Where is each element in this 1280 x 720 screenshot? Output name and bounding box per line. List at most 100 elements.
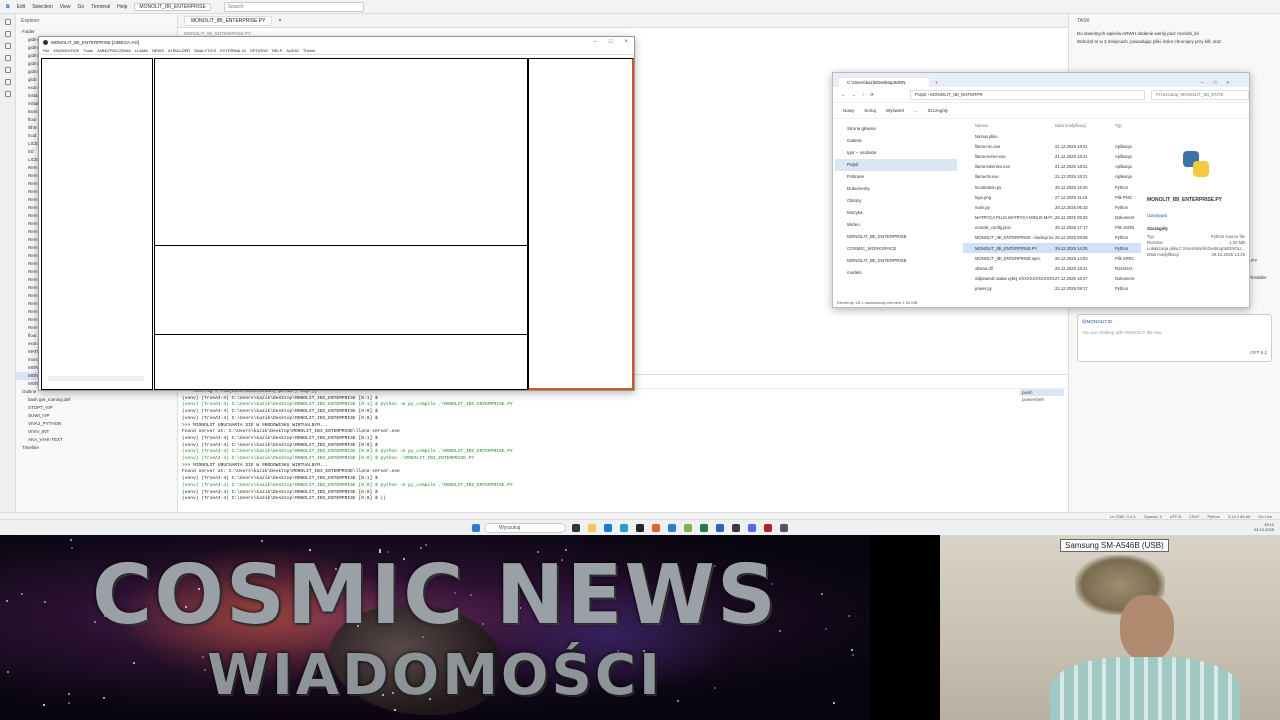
left-panel-scrollbar[interactable] [48, 376, 144, 381]
timeline-header[interactable]: Timeline [16, 444, 177, 452]
file-row[interactable]: llama-tts.exe 21.12.2025 18:21 Aplikacja [963, 172, 1141, 182]
file-row[interactable]: localization.py 28.12.2025 15:20 Python [963, 182, 1141, 192]
monolit-menu-item[interactable]: Theme [303, 48, 315, 53]
extensions-icon[interactable] [4, 67, 11, 73]
monolit-menu-item[interactable]: OPTIONS [250, 48, 268, 53]
run-debug-icon[interactable] [4, 55, 11, 61]
monolit-menu-item[interactable]: ZABEZPIECZENIA [97, 48, 131, 53]
search-icon[interactable] [4, 31, 11, 37]
testing-icon[interactable] [4, 91, 11, 97]
monolit-menu-item[interactable]: ANALYTICS [194, 48, 216, 53]
nav-item[interactable]: Pulpit [835, 159, 957, 171]
explorer-command[interactable]: Nowy [843, 108, 854, 113]
nav-item[interactable]: Galeria [835, 135, 957, 147]
explorer-folder[interactable]: Folder [16, 28, 177, 36]
file-row[interactable]: llama-server.exe 21.12.2025 18:21 Aplikacj… [963, 151, 1141, 161]
excel-icon[interactable] [700, 524, 708, 532]
nav-item[interactable]: Igor – osobiste [835, 147, 957, 159]
column-header[interactable]: Typ [1115, 123, 1141, 131]
obs-icon[interactable] [732, 524, 740, 532]
app-icon[interactable] [684, 524, 692, 532]
file-explorer-icon[interactable] [588, 524, 596, 532]
monolit-menu-item[interactable]: File [43, 48, 49, 53]
explorer-command[interactable]: Szczegóły [928, 108, 949, 113]
command-search-input[interactable]: Search [223, 1, 364, 12]
status-item[interactable]: 3.14.2 64-bit [1228, 514, 1250, 519]
chat-input[interactable]: @MONOLIT.ID You are chatting with MONOLI… [1077, 314, 1272, 362]
nav-item[interactable]: MONOLIT_IBI_ENTERPRISE [835, 255, 957, 267]
outline-item[interactable]: STOPT_IVP [16, 404, 177, 412]
file-row[interactable]: monolit_config.json 28.12.2025 17:17 Plik … [963, 223, 1141, 233]
vscode-icon[interactable] [668, 524, 676, 532]
chat-context-chip[interactable]: @MONOLIT.ID [1082, 319, 1267, 326]
file-row[interactable]: MATRYCA PLUS MATRYCA MINUS MAT... 28.12.2… [963, 213, 1141, 223]
terminal-icon[interactable] [636, 524, 644, 532]
store-icon[interactable] [604, 524, 612, 532]
menu-terminal[interactable]: Terminal [91, 4, 110, 10]
column-header[interactable]: Data modyfikacji [1055, 123, 1115, 131]
nav-item[interactable]: Wideo [835, 219, 957, 231]
close-button[interactable]: × [624, 39, 628, 45]
nav-item[interactable]: MONOLIT_IBI_ENTERPRISE [835, 231, 957, 243]
outline-item[interactable]: VIVIV_INT [16, 428, 177, 436]
word-icon[interactable] [716, 524, 724, 532]
monolit-left-panel[interactable] [41, 58, 153, 390]
file-row[interactable]: main.py 28.12.2025 06:33 Python [963, 202, 1141, 212]
monolit-center-panel[interactable] [154, 58, 528, 390]
status-item[interactable]: Python [1208, 514, 1220, 519]
chat-model-selector[interactable]: GPT-5.2 [1082, 350, 1267, 357]
close-tab-icon[interactable]: × [278, 18, 281, 24]
refresh-icon[interactable]: ⟳ [870, 92, 874, 98]
forward-icon[interactable]: → [852, 92, 857, 97]
nav-item[interactable]: COSMIC_WORKSPACE [835, 243, 957, 255]
explorer-tab[interactable]: C:\Users\kazik\Desktop\MON [839, 78, 929, 87]
system-clock[interactable]: 19:12 04.12.2025 [1254, 522, 1274, 532]
terminal-instance-powershell[interactable]: powershell [1020, 396, 1064, 403]
back-icon[interactable]: ← [841, 92, 846, 97]
nav-item[interactable]: Pobrane [835, 171, 957, 183]
maximize-button[interactable]: □ [609, 39, 613, 45]
monolit-menu-item[interactable]: Tools [83, 48, 92, 53]
start-icon[interactable] [472, 524, 480, 532]
outline-item[interactable]: VIVAJ_PYTHON [16, 420, 177, 428]
file-row[interactable]: MONOLIT_IBI_ENTERPRISE.PY 29.12.2025 14:2… [963, 243, 1141, 254]
explorer-icon[interactable] [4, 19, 11, 25]
monolit-menu-item[interactable]: EXTERNAL AI [220, 48, 246, 53]
task-view-icon[interactable] [572, 524, 580, 532]
outline-item[interactable]: AKA_VIAK-TEXT [16, 436, 177, 444]
status-item[interactable]: Ln 2280, Col 1 [1110, 514, 1136, 519]
explorer-search-input[interactable]: Przeszukaj: MONOLIT_IBI_ENTE [1150, 89, 1249, 100]
terminal-instance-pwsh[interactable]: pwsh [1020, 389, 1064, 396]
column-header[interactable]: Nazwa [963, 123, 1055, 131]
discord-icon[interactable] [748, 524, 756, 532]
file-row[interactable]: llama-tokenize.exe 21.12.2025 18:21 Aplika… [963, 162, 1141, 172]
minimize-button[interactable]: – [594, 39, 597, 45]
explorer-command[interactable]: ... [914, 108, 918, 113]
menu-go[interactable]: Go [78, 4, 85, 10]
window-controls[interactable]: –□× [1191, 78, 1249, 87]
monolit-menu-item[interactable]: HELP [272, 48, 282, 53]
file-row[interactable]: llama-run.exe 21.12.2025 18:21 Aplikacja [963, 141, 1141, 151]
explorer-command[interactable]: Wyświetl [886, 108, 904, 113]
brave-icon[interactable] [652, 524, 660, 532]
file-row[interactable]: odpowiedz ataka.vybrij XXXXXXXXXXXXXXX 27… [963, 274, 1141, 284]
monolit-menu-item[interactable]: NEWS [152, 48, 164, 53]
remote-icon[interactable] [4, 79, 11, 85]
file-row[interactable]: logo.png 27.12.2025 11:19 Plik PNG [963, 192, 1141, 202]
file-row[interactable]: ollama.dll 28.12.2025 18:21 Rozszerz. [963, 263, 1141, 273]
status-item[interactable]: UTF-8 [1170, 514, 1181, 519]
monolit-menu-item[interactable]: LLAMA [135, 48, 148, 53]
nav-item[interactable]: Muzyka [835, 207, 957, 219]
outline-item[interactable]: SUWI_IVP [16, 412, 177, 420]
app-icon[interactable] [780, 524, 788, 532]
file-row[interactable]: MONOLIT_IBI_ENTERPRISE.spec 28.12.2025 14… [963, 253, 1141, 263]
add-tab-icon[interactable]: + [929, 78, 944, 87]
status-item[interactable]: Go Live [1258, 514, 1272, 519]
project-selector[interactable]: MONOLIT_IBI_ENTERPRISE [134, 2, 211, 11]
menu-help[interactable]: Help [117, 4, 127, 10]
menu-view[interactable]: View [60, 4, 71, 10]
file-row[interactable]: power.py 22.12.2025 09:17 Python [963, 284, 1141, 294]
nav-item[interactable]: models [835, 267, 957, 279]
editor-tab[interactable]: MONOLIT_IBI_ENTERPRISE.PY [184, 15, 273, 26]
edge-icon[interactable] [620, 524, 628, 532]
